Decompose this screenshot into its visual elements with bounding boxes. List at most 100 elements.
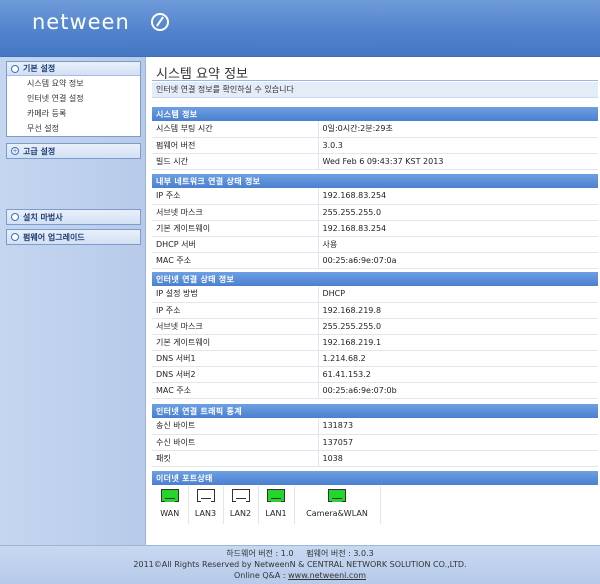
table-row: IP 주소 192.168.83.254 [152, 188, 598, 205]
table-row: 펌웨어 버전 3.0.3 [152, 137, 598, 154]
port-lan2: LAN2 [223, 486, 259, 524]
traffic-stats-table: 인터넷 연결 트래픽 통계 송신 바이트 131873 수신 바이트 137057 … [152, 404, 598, 467]
port-label: WAN [160, 509, 180, 518]
port-lan3: LAN3 [188, 486, 224, 524]
table-row: DNS 서버2 61.41.153.2 [152, 366, 598, 383]
menu-firmware-upgrade-title: 펌웨어 업그레이드 [23, 232, 85, 242]
row-key: 기본 게이트웨이 [152, 220, 319, 237]
section-header: 내부 네트워크 연결 상태 정보 [152, 174, 598, 188]
row-key: 기본 게이트웨이 [152, 334, 319, 351]
row-value: Wed Feb 6 09:43:37 KST 2013 [318, 153, 598, 170]
table-row: 수신 바이트 137057 [152, 434, 598, 451]
table-row: 시스템 부팅 시간 0일:0시간:2분:29초 [152, 121, 598, 138]
table-row: MAC 주소 00:25:a6:9e:07:0b [152, 382, 598, 399]
menu-basic-settings-title: 기본 설정 [23, 64, 56, 73]
internet-connection-table: 인터넷 연결 상태 정보 IP 설정 방법 DHCP IP 주소 192.168.2… [152, 272, 598, 399]
table-row: 송신 바이트 131873 [152, 418, 598, 435]
ports-filler [380, 486, 598, 524]
row-key: IP 주소 [152, 188, 319, 205]
row-value: 00:25:a6:9e:07:0b [318, 382, 598, 399]
row-value: 3.0.3 [318, 137, 598, 154]
system-info-table: 시스템 정보 시스템 부팅 시간 0일:0시간:2분:29초 펌웨어 버전 3.0.… [152, 107, 598, 170]
row-value: 192.168.219.1 [318, 334, 598, 351]
row-value: 255.255.255.0 [318, 318, 598, 335]
row-key: 수신 바이트 [152, 434, 319, 451]
row-key: 빌드 시간 [152, 153, 319, 170]
row-key: 시스템 부팅 시간 [152, 121, 319, 138]
row-value: 1.214.68.2 [318, 350, 598, 367]
table-row: IP 주소 192.168.219.8 [152, 302, 598, 319]
row-key: MAC 주소 [152, 382, 319, 399]
circle-bullet-icon [11, 233, 19, 241]
row-value: 사용 [318, 236, 598, 253]
row-value: 00:25:a6:9e:07:0a [318, 252, 598, 269]
row-key: DHCP 서버 [152, 236, 319, 253]
row-value: 137057 [318, 434, 598, 451]
section-header: 이더넷 포트상태 [152, 471, 598, 485]
menu-basic-settings: 기본 설정 시스템 요약 정보 인터넷 연결 설정 카메라 등록 무선 설정 [6, 61, 141, 137]
header-bar: netween [0, 0, 600, 57]
ethernet-ports-header-table: 이더넷 포트상태 [152, 471, 598, 485]
row-key: IP 설정 방법 [152, 286, 319, 303]
port-camera-wlan: Camera&WLAN [294, 486, 381, 524]
table-row: 기본 게이트웨이 192.168.219.1 [152, 334, 598, 351]
menu-firmware-upgrade[interactable]: 펌웨어 업그레이드 [6, 229, 141, 245]
menu-setup-wizard-header[interactable]: 설치 마법사 [7, 210, 140, 224]
row-key: 서브넷 마스크 [152, 204, 319, 221]
section-header: 인터넷 연결 트래픽 통계 [152, 404, 598, 418]
port-label: Camera&WLAN [306, 509, 368, 518]
row-value: 192.168.83.254 [318, 220, 598, 237]
table-row: 빌드 시간 Wed Feb 6 09:43:37 KST 2013 [152, 153, 598, 170]
row-key: 서브넷 마스크 [152, 318, 319, 335]
circle-bullet-icon [11, 64, 19, 73]
row-value: DHCP [318, 286, 598, 303]
menu-basic-settings-header[interactable]: 기본 설정 [7, 62, 140, 76]
row-value: 192.168.219.8 [318, 302, 598, 319]
table-row: 기본 게이트웨이 192.168.83.254 [152, 220, 598, 237]
menu-advanced-settings-header[interactable]: + 고급 설정 [7, 144, 140, 158]
row-value: 192.168.83.254 [318, 188, 598, 205]
row-key: DNS 서버2 [152, 366, 319, 383]
port-label: LAN1 [265, 509, 287, 518]
section-header: 인터넷 연결 상태 정보 [152, 272, 598, 286]
row-key: IP 주소 [152, 302, 319, 319]
menu-advanced-settings-title: 고급 설정 [23, 146, 56, 156]
sidebar-item-wireless-settings[interactable]: 무선 설정 [7, 121, 140, 136]
netween-logo: netween [32, 10, 130, 34]
row-value: 255.255.255.0 [318, 204, 598, 221]
row-key: 송신 바이트 [152, 418, 319, 435]
footer-online-link[interactable]: www.netweeni.com [288, 571, 366, 580]
footer-copyright: 2011©All Rights Reserved by NetweenN & C… [133, 560, 467, 569]
title-divider [152, 80, 598, 81]
table-row: MAC 주소 00:25:a6:9e:07:0a [152, 252, 598, 269]
row-key: 펌웨어 버전 [152, 137, 319, 154]
ethernet-port-up-icon [328, 489, 346, 502]
row-value: 61.41.153.2 [318, 366, 598, 383]
ethernet-port-up-icon [160, 489, 179, 502]
menu-setup-wizard[interactable]: 설치 마법사 [6, 209, 141, 225]
sidebar-item-system-summary[interactable]: 시스템 요약 정보 [7, 76, 140, 91]
sidebar-item-internet-settings[interactable]: 인터넷 연결 설정 [7, 91, 140, 106]
port-wan: WAN [152, 486, 189, 524]
ethernet-ports-table: WAN LAN3 LAN2 LAN1 Camera&WLAN [152, 486, 598, 524]
menu-setup-wizard-title: 설치 마법사 [23, 212, 63, 222]
table-row: 패킷 1038 [152, 450, 598, 467]
footer-versions: 하드웨어 버전 : 1.0 펌웨어 버전 : 3.0.3 [226, 549, 374, 558]
port-lan1: LAN1 [258, 486, 295, 524]
row-key: 패킷 [152, 450, 319, 467]
port-label: LAN2 [229, 509, 252, 518]
menu-firmware-upgrade-header[interactable]: 펌웨어 업그레이드 [7, 230, 140, 244]
footer-online-label: Online Q&A : [233, 571, 289, 580]
table-row: IP 설정 방법 DHCP [152, 286, 598, 303]
page-description: 인터넷 연결 정보를 확인하실 수 있습니다 [152, 82, 598, 98]
port-label: LAN3 [194, 509, 217, 518]
table-row: 서브넷 마스크 255.255.255.0 [152, 204, 598, 221]
ethernet-port-down-icon [231, 489, 250, 502]
sidebar-item-camera-register[interactable]: 카메라 등록 [7, 106, 140, 121]
footer: 하드웨어 버전 : 1.0 펌웨어 버전 : 3.0.3 2011©All Ri… [0, 545, 600, 584]
row-value: 1038 [318, 450, 598, 467]
row-value: 131873 [318, 418, 598, 435]
row-value: 0일:0시간:2분:29초 [318, 121, 598, 138]
menu-advanced-settings[interactable]: + 고급 설정 [6, 143, 141, 159]
sidebar: 기본 설정 시스템 요약 정보 인터넷 연결 설정 카메라 등록 무선 설정 +… [0, 57, 146, 545]
